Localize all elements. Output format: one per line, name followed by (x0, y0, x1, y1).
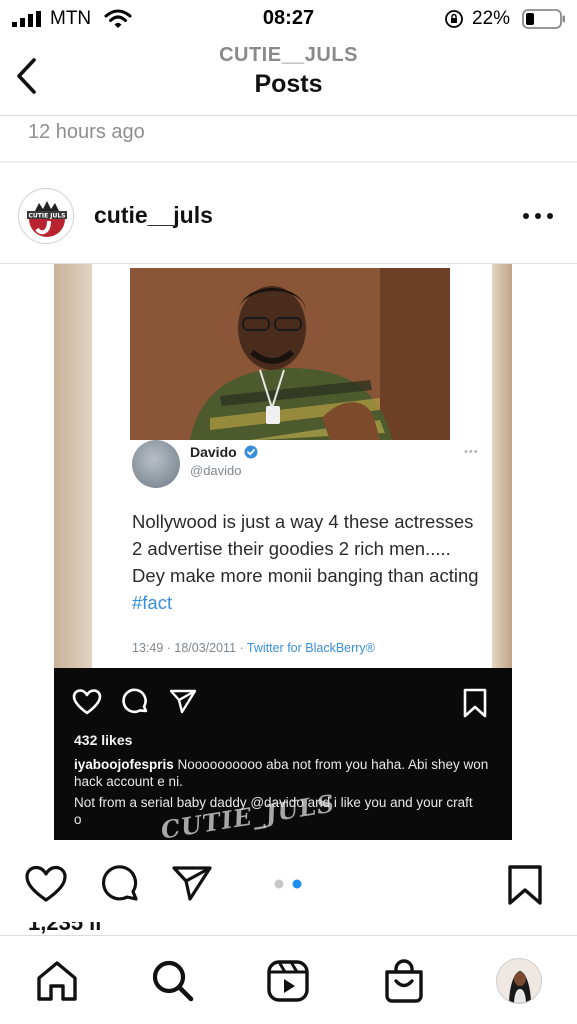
status-bar: MTN 08:27 22% (0, 0, 577, 38)
bookmark-icon[interactable] (506, 864, 544, 906)
battery-icon (522, 9, 565, 29)
tweet-hashtag: #fact (132, 592, 173, 613)
carousel-dot (274, 879, 284, 889)
likes-count[interactable]: 1,235 li (28, 922, 101, 936)
tweet-body: Nollywood is just a way 4 these actresse… (132, 511, 479, 586)
reels-icon[interactable] (265, 958, 311, 1004)
search-icon[interactable] (150, 958, 196, 1004)
svg-text:CUTIE JULS: CUTIE JULS (28, 213, 65, 220)
bookmark-icon (463, 688, 487, 718)
profile-avatar[interactable] (496, 958, 542, 1004)
tweet-text: Nollywood is just a way 4 these actresse… (132, 508, 480, 616)
embedded-instagram-footer: 432 likes iyaboojofespris Noooooooooo ab… (54, 668, 512, 840)
send-icon[interactable] (170, 864, 214, 904)
photo-illustration (130, 268, 450, 440)
carousel-dot-active (292, 879, 302, 889)
orientation-lock-icon (445, 10, 463, 28)
tweet-meta: 13:49 · 18/03/2011 · Twitter for BlackBe… (132, 641, 375, 655)
comment-icon[interactable] (98, 864, 140, 904)
post-author[interactable]: cutie__juls (94, 202, 213, 229)
send-icon (169, 689, 197, 714)
heart-icon (72, 689, 102, 715)
battery-percent: 22% (472, 8, 511, 29)
shop-icon[interactable] (381, 958, 427, 1004)
verified-badge-icon (244, 445, 258, 459)
comment-username: iyaboojofespris (74, 757, 174, 772)
tweet-card: Davido @davido ••• Nollywood is just a w… (92, 264, 492, 668)
tweet-avatar (132, 440, 180, 488)
post-timestamp: 12 hours ago (28, 121, 145, 143)
tweet-name: Davido (190, 444, 237, 460)
post-header: CUTIE JULS cutie__juls (0, 180, 577, 252)
divider (0, 161, 577, 163)
tweet-datetime: 13:49 · 18/03/2011 · (132, 641, 247, 655)
header-username: CUTIE__JULS (219, 44, 358, 66)
post-actions (0, 850, 577, 920)
likes-count-text: 1,235 li (28, 922, 102, 935)
more-horizontal-icon[interactable] (521, 210, 555, 222)
image-edge (492, 264, 512, 668)
author-avatar[interactable]: CUTIE JULS (18, 188, 74, 244)
page-title: Posts (254, 70, 323, 98)
page-header: CUTIE__JULS Posts (0, 38, 577, 116)
bottom-nav (0, 935, 577, 1024)
home-icon[interactable] (34, 958, 80, 1004)
carousel-indicator (274, 879, 302, 889)
tweet-photo (130, 268, 450, 440)
post-image[interactable]: Davido @davido ••• Nollywood is just a w… (54, 264, 512, 840)
embedded-comment: iyaboojofespris Noooooooooo aba not from… (74, 756, 494, 790)
tweet-handle: @davido (190, 463, 242, 478)
logo-avatar-art: CUTIE JULS (21, 191, 73, 243)
tweet-more-icon: ••• (464, 446, 479, 458)
heart-icon[interactable] (24, 864, 68, 904)
comment-icon (122, 688, 148, 714)
profile-photo (497, 959, 541, 1003)
image-edge (54, 264, 94, 668)
embedded-likes: 432 likes (74, 732, 133, 748)
tweet-source: Twitter for BlackBerry® (246, 641, 375, 655)
